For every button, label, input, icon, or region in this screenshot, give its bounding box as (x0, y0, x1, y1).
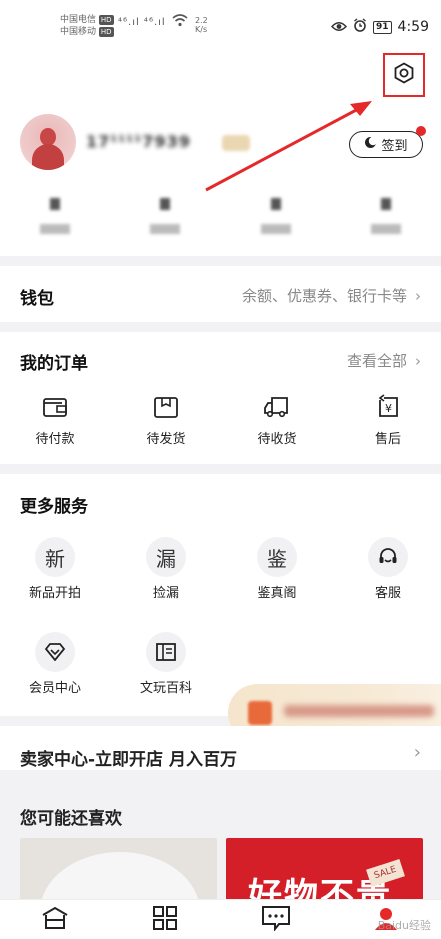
signal-icon: ⁴⁶.ıl ⁴⁶.ıl (118, 17, 166, 28)
svg-text:¥: ¥ (385, 402, 392, 415)
battery-icon: 91 (373, 20, 392, 34)
book-icon (146, 632, 186, 672)
carrier-info: 中国电信 HD 中国移动 HD (60, 14, 114, 38)
service-customer-support[interactable]: 客服 (338, 536, 438, 601)
wallet-subtitle: 余额、优惠券、银行卡等 › (241, 287, 421, 305)
status-right: 91 4:59 (330, 18, 429, 36)
appraisal-icon: 鉴 (257, 537, 297, 577)
username: 17¹¹¹¹7939 (86, 132, 191, 151)
refund-icon: ¥ (338, 390, 438, 424)
settings-button[interactable] (383, 53, 425, 97)
settings-icon (393, 62, 415, 88)
bottom-tab-bar (0, 899, 441, 939)
order-pending-shipment[interactable]: 待发货 (116, 390, 216, 447)
avatar[interactable] (20, 114, 76, 170)
stat-item[interactable] (110, 198, 220, 234)
service-bargain[interactable]: 漏 捡漏 (116, 536, 216, 601)
order-after-sales[interactable]: ¥ 售后 (338, 390, 438, 447)
orders-card: 我的订单 查看全部 › 待付款 待发货 待收货 ¥ 售后 (0, 332, 441, 464)
view-all-orders-link[interactable]: 查看全部 › (347, 350, 421, 371)
stat-item[interactable] (0, 198, 110, 234)
service-new-auction[interactable]: 新 新品开拍 (5, 536, 105, 601)
gift-icon (248, 701, 272, 725)
alarm-icon (353, 18, 367, 36)
truck-icon (227, 390, 327, 424)
promo-text (284, 705, 434, 717)
clock: 4:59 (397, 19, 429, 35)
status-bar: 中国电信 HD 中国移动 HD ⁴⁶.ıl ⁴⁶.ıl 2.2 K/s 91 4… (0, 0, 441, 40)
tab-messages[interactable] (221, 900, 331, 939)
signin-label: 签到 (381, 139, 408, 154)
bargain-icon: 漏 (146, 537, 186, 577)
new-auction-icon: 新 (35, 537, 75, 577)
wallet-row[interactable]: 钱包 余额、优惠券、银行卡等 › (0, 266, 441, 322)
tab-home[interactable] (0, 900, 110, 939)
wifi-icon (172, 14, 188, 31)
chevron-right-icon: › (415, 287, 421, 305)
stat-item[interactable] (331, 198, 441, 234)
chevron-right-icon: › (413, 742, 421, 763)
category-icon (152, 905, 178, 935)
recommend-item[interactable] (20, 838, 217, 908)
watermark: Baidu经验 (377, 919, 431, 932)
orders-title: 我的订单 (20, 354, 88, 374)
chevron-right-icon: › (415, 352, 421, 370)
wallet-icon (5, 390, 105, 424)
recommend-item[interactable]: 好物不贵 SALE (226, 838, 423, 908)
headset-icon (368, 537, 408, 577)
eye-icon (330, 18, 348, 36)
header-area: 中国电信 HD 中国移动 HD ⁴⁶.ıl ⁴⁶.ıl 2.2 K/s 91 4… (0, 0, 441, 256)
moon-icon (364, 136, 378, 153)
order-pending-receipt[interactable]: 待收货 (227, 390, 327, 447)
network-speed: 2.2 K/s (195, 16, 208, 34)
service-member-center[interactable]: 会员中心 (5, 631, 105, 696)
hd-badge: HD (98, 27, 114, 37)
profile-stats (0, 198, 441, 234)
carrier-2: 中国移动 (60, 27, 97, 37)
wallet-title: 钱包 (20, 289, 54, 309)
services-title: 更多服务 (20, 497, 88, 517)
message-icon (261, 905, 291, 935)
diamond-icon (35, 632, 75, 672)
home-icon (40, 905, 70, 935)
package-icon (116, 390, 216, 424)
carrier-1: 中国电信 (60, 15, 97, 25)
order-pending-payment[interactable]: 待付款 (5, 390, 105, 447)
vip-badge (222, 135, 250, 151)
hd-badge: HD (98, 15, 114, 25)
notification-dot (416, 126, 426, 136)
service-appraisal[interactable]: 鉴 鉴真阁 (227, 536, 327, 601)
signin-button[interactable]: 签到 (349, 126, 426, 158)
recommend-title: 您可能还喜欢 (20, 809, 122, 829)
tab-category[interactable] (110, 900, 220, 939)
seller-center-title: 卖家中心-立即开店 月入百万 (20, 750, 237, 770)
stat-item[interactable] (221, 198, 331, 234)
service-encyclopedia[interactable]: 文玩百科 (116, 631, 216, 696)
services-card: 更多服务 新 新品开拍 漏 捡漏 鉴 鉴真阁 客服 会员中心 文玩百科 (0, 474, 441, 716)
